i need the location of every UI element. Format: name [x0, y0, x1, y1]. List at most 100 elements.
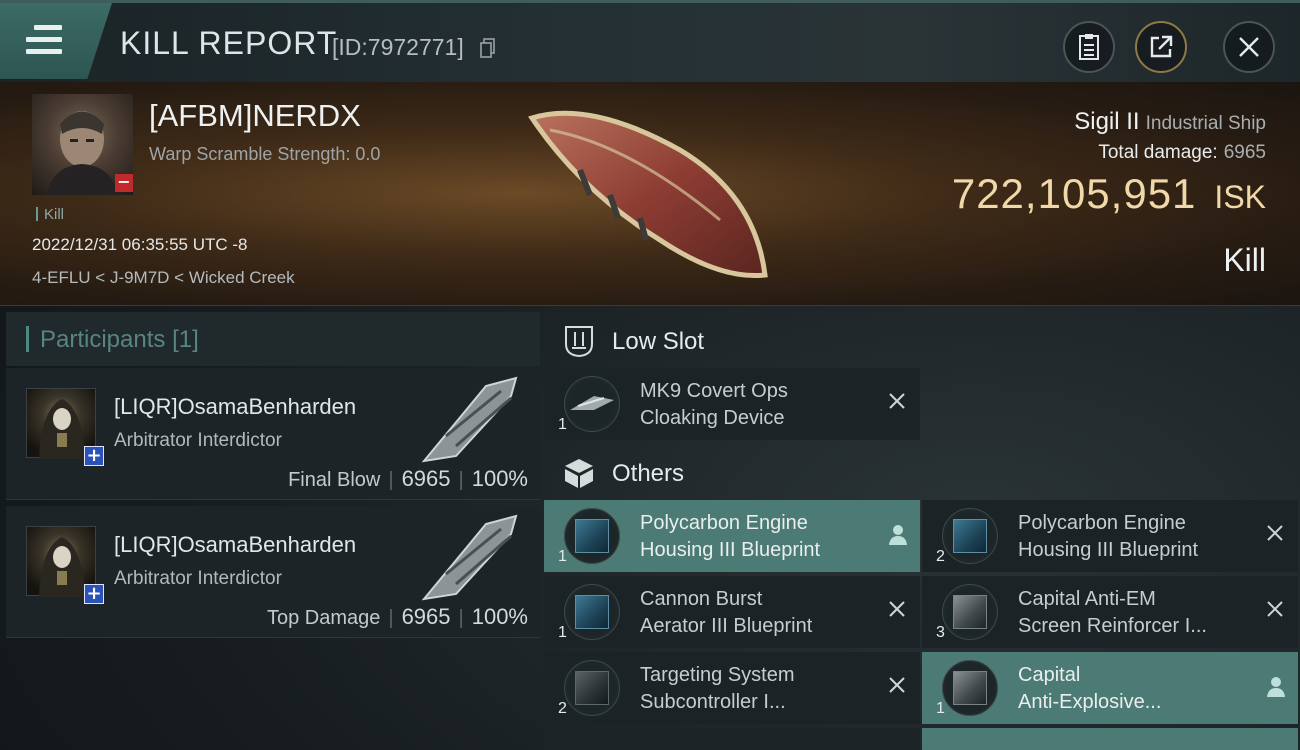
destroyed-icon: [889, 601, 905, 617]
total-damage-label: Total damage:: [1098, 142, 1218, 163]
victim-ship-image[interactable]: [520, 100, 780, 290]
item-row[interactable]: 2 Polycarbon Engine Housing III Blueprin…: [922, 500, 1298, 572]
hostile-badge: −: [115, 174, 133, 192]
participant-stats: Top Damage | 6965 | 100%: [266, 604, 528, 629]
page-title: KILL REPORT: [120, 25, 338, 61]
menu-icon[interactable]: [26, 25, 62, 55]
item-name-line2: Screen Reinforcer I...: [1018, 615, 1207, 637]
isk-amount: 722,105,951: [951, 170, 1197, 217]
clipboard-icon: [1079, 34, 1099, 60]
victim-ship: Sigil II Industrial Ship: [1074, 108, 1266, 136]
targeting-module-icon: [575, 671, 609, 705]
items-panel: Low Slot 1 MK9 Covert Ops Cloaking Devic…: [544, 312, 1300, 750]
shield-module-icon: [953, 595, 987, 629]
item-row-partial[interactable]: [922, 728, 1298, 750]
item-name: Polycarbon Engine Housing III Blueprint: [640, 510, 870, 564]
kill-tag: Kill: [36, 206, 64, 223]
item-row[interactable]: 1 Cannon Burst Aerator III Blueprint: [544, 576, 920, 648]
item-icon: [564, 376, 620, 432]
participant-row[interactable]: + [LIQR]OsamaBenharden Arbitrator Interd…: [6, 368, 540, 500]
participant-percent: 100%: [471, 604, 528, 629]
participant-ship-image[interactable]: [416, 376, 526, 466]
item-quantity: 1: [936, 700, 945, 717]
kill-banner: − [AFBM]NERDX Warp Scramble Strength: 0.…: [0, 82, 1300, 306]
item-row[interactable]: 3 Capital Anti-EM Screen Reinforcer I...: [922, 576, 1298, 648]
others-section-header: Others: [544, 446, 920, 500]
item-name-line1: Targeting System: [640, 664, 795, 686]
item-icon: [564, 584, 620, 640]
participants-panel: Participants [1] + [LIQR]OsamaBenharden …: [6, 312, 540, 750]
dropped-person-icon: [889, 525, 907, 545]
item-icon: [942, 660, 998, 716]
item-name: Capital Anti-EM Screen Reinforcer I...: [1018, 586, 1248, 640]
friendly-badge: +: [84, 446, 104, 466]
destroyed-icon: [1267, 525, 1283, 541]
menu-button[interactable]: [0, 3, 112, 79]
cargo-box-icon: [565, 459, 593, 488]
kill-datetime: 2022/12/31 06:35:55 UTC -8: [32, 235, 248, 254]
item-icon: [564, 508, 620, 564]
blueprint-icon: [953, 519, 987, 553]
item-name: Capital Anti-Explosive...: [1018, 662, 1248, 716]
participant-name[interactable]: [LIQR]OsamaBenharden: [114, 532, 356, 558]
item-row[interactable]: 1 Capital Anti-Explosive...: [922, 652, 1298, 724]
item-quantity: 2: [936, 548, 945, 565]
ship-name[interactable]: Sigil II: [1074, 108, 1139, 135]
item-name: Cannon Burst Aerator III Blueprint: [640, 586, 870, 640]
destroyed-icon: [889, 393, 905, 409]
item-name: Polycarbon Engine Housing III Blueprint: [1018, 510, 1248, 564]
destroyed-icon: [889, 677, 905, 693]
warp-scramble-strength: Warp Scramble Strength: 0.0: [149, 144, 381, 164]
participant-role: Final Blow: [288, 469, 381, 491]
blueprint-icon: [575, 595, 609, 629]
participant-ship: Arbitrator Interdictor: [114, 430, 282, 451]
destroyed-icon: [1267, 601, 1283, 617]
item-quantity: 1: [558, 548, 567, 565]
participant-damage: 6965: [401, 466, 451, 491]
item-row[interactable]: 2 Targeting System Subcontroller I...: [544, 652, 920, 724]
kill-location[interactable]: 4-EFLU < J-9M7D < Wicked Creek: [32, 268, 295, 288]
cloaking-device-icon: [570, 396, 614, 410]
kill-result: Kill: [1223, 242, 1266, 278]
report-id: [ID:7972771]: [332, 34, 464, 60]
low-slot-icon: [565, 326, 593, 358]
item-name-line2: Housing III Blueprint: [1018, 539, 1199, 561]
header-bar: KILL REPORT [ID:7972771]: [0, 0, 1300, 82]
item-name-line2: Aerator III Blueprint: [640, 615, 813, 637]
victim-name[interactable]: [AFBM]NERDX: [149, 98, 361, 134]
item-row-partial[interactable]: [544, 728, 920, 750]
isk-unit: ISK: [1214, 179, 1266, 215]
shield-module-icon: [953, 671, 987, 705]
participant-stats: Final Blow | 6965 | 100%: [288, 466, 528, 491]
item-row[interactable]: 1 Polycarbon Engine Housing III Blueprin…: [544, 500, 920, 572]
item-quantity: 3: [936, 624, 945, 641]
item-name-line1: Polycarbon Engine: [1018, 512, 1186, 534]
item-icon: [942, 584, 998, 640]
item-name-line1: Capital Anti-EM: [1018, 588, 1156, 610]
participant-name[interactable]: [LIQR]OsamaBenharden: [114, 394, 356, 420]
item-name-line1: Polycarbon Engine: [640, 512, 808, 534]
share-icon: [1150, 35, 1173, 58]
close-icon: [1239, 37, 1259, 57]
low-slot-section-header: Low Slot: [544, 314, 920, 368]
item-name-line2: Subcontroller I...: [640, 691, 786, 713]
participants-header: Participants [1]: [6, 312, 540, 366]
item-name-line2: Anti-Explosive...: [1018, 691, 1162, 713]
item-row[interactable]: 1 MK9 Covert Ops Cloaking Device: [544, 368, 920, 440]
item-name-line2: Housing III Blueprint: [640, 539, 821, 561]
item-name: Targeting System Subcontroller I...: [640, 662, 870, 716]
participants-title: Participants: [40, 326, 166, 353]
share-button[interactable]: [1135, 21, 1187, 73]
participant-row[interactable]: + [LIQR]OsamaBenharden Arbitrator Interd…: [6, 506, 540, 638]
ship-class: Industrial Ship: [1145, 113, 1266, 134]
participant-ship-image[interactable]: [416, 514, 526, 604]
copy-icon[interactable]: [480, 38, 496, 58]
item-name-line2: Cloaking Device: [640, 407, 785, 429]
participant-damage: 6965: [401, 604, 451, 629]
report-button[interactable]: [1063, 21, 1115, 73]
close-button[interactable]: [1223, 21, 1275, 73]
total-damage: Total damage: 6965: [1098, 142, 1266, 164]
total-damage-value: 6965: [1223, 142, 1266, 163]
item-quantity: 2: [558, 700, 567, 717]
item-name-line1: Cannon Burst: [640, 588, 763, 610]
